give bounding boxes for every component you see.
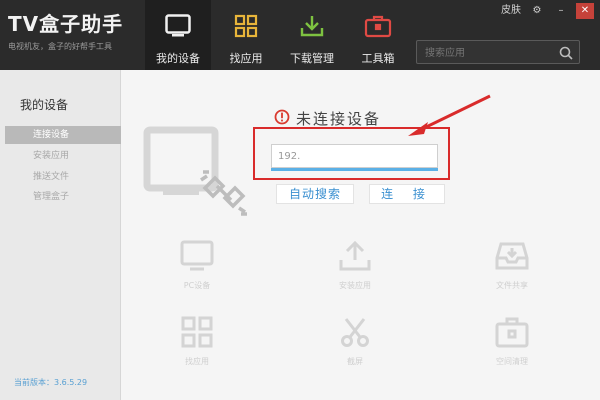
feature-find-apps[interactable]: 找应用 [167,316,227,367]
search-icon[interactable] [559,45,573,64]
feature-screenshot[interactable]: 截屏 [325,316,385,367]
sidebar-item-manage-box[interactable]: 管理盒子 [5,188,121,206]
window-controls: 皮肤 ⚙ – ✕ [500,3,594,19]
connect-button[interactable]: 连 接 [369,184,445,204]
sidebar: 我的设备 连接设备 安装应用 推送文件 管理盒子 当前版本：3.6.5.29 [0,70,121,400]
warning-icon [274,109,290,129]
feature-file-share[interactable]: 文件共享 [482,240,542,291]
auto-search-button[interactable]: 自动搜索 [276,184,354,204]
tab-label: 下载管理 [290,52,334,65]
inbox-icon [482,240,542,274]
feature-label: 安装应用 [339,281,371,290]
upload-icon [325,240,385,274]
tab-my-devices[interactable]: 我的设备 [145,0,211,70]
skin-button[interactable]: 皮肤 [500,3,522,19]
toolbox-icon [364,14,392,41]
feature-label: 找应用 [185,357,209,366]
feature-label: PC设备 [183,281,211,290]
version-label: 当前版本：3.6.5.29 [14,378,88,387]
search-input[interactable] [417,42,549,65]
sidebar-item-install-apps[interactable]: 安装应用 [5,147,121,165]
tab-label: 找应用 [229,52,263,65]
monitor-icon [167,240,227,274]
app-title: TV盒子助手 [8,12,124,36]
feature-label: 文件共享 [496,281,528,290]
connection-status: 未连接设备 [274,108,381,129]
scissors-icon [325,316,385,350]
minimize-button[interactable]: – [552,3,570,19]
feature-pc-device[interactable]: PC设备 [167,240,227,291]
disconnected-tv-icon [143,126,253,220]
tab-toolbox[interactable]: 工具箱 [345,0,411,70]
tab-find-apps[interactable]: 找应用 [213,0,279,70]
app-logo: TV盒子助手 电视机友，盒子的好帮手工具 [8,8,123,52]
feature-space-cleanup[interactable]: 空间清理 [482,316,542,367]
input-focus-underline [271,168,438,171]
sidebar-item-push-files[interactable]: 推送文件 [5,168,121,186]
sidebar-title: 我的设备 [20,98,69,112]
monitor-icon [165,14,191,41]
status-text: 未连接设备 [296,110,382,128]
feature-label: 截屏 [347,357,363,366]
apps-grid-icon [167,316,227,350]
apps-grid-icon [234,14,258,41]
app-header: TV盒子助手 电视机友，盒子的好帮手工具 我的设备 找应用 下载管理 工具箱 皮… [0,0,600,70]
feature-label: 空间清理 [496,357,528,366]
close-button[interactable]: ✕ [576,3,594,19]
app-subtitle: 电视机友，盒子的好帮手工具 [8,42,112,51]
feature-install-apps[interactable]: 安装应用 [325,240,385,291]
download-icon [299,14,325,41]
tab-download-manager[interactable]: 下载管理 [279,0,345,70]
toolbox-icon [482,316,542,350]
sidebar-item-connect-device[interactable]: 连接设备 [5,126,121,144]
annotation-arrow-icon [404,92,494,146]
tab-label: 工具箱 [361,52,395,65]
ip-address-input[interactable] [271,144,438,168]
tab-label: 我的设备 [156,52,200,65]
settings-gear-icon[interactable]: ⚙ [528,3,546,19]
search-box [416,40,580,65]
